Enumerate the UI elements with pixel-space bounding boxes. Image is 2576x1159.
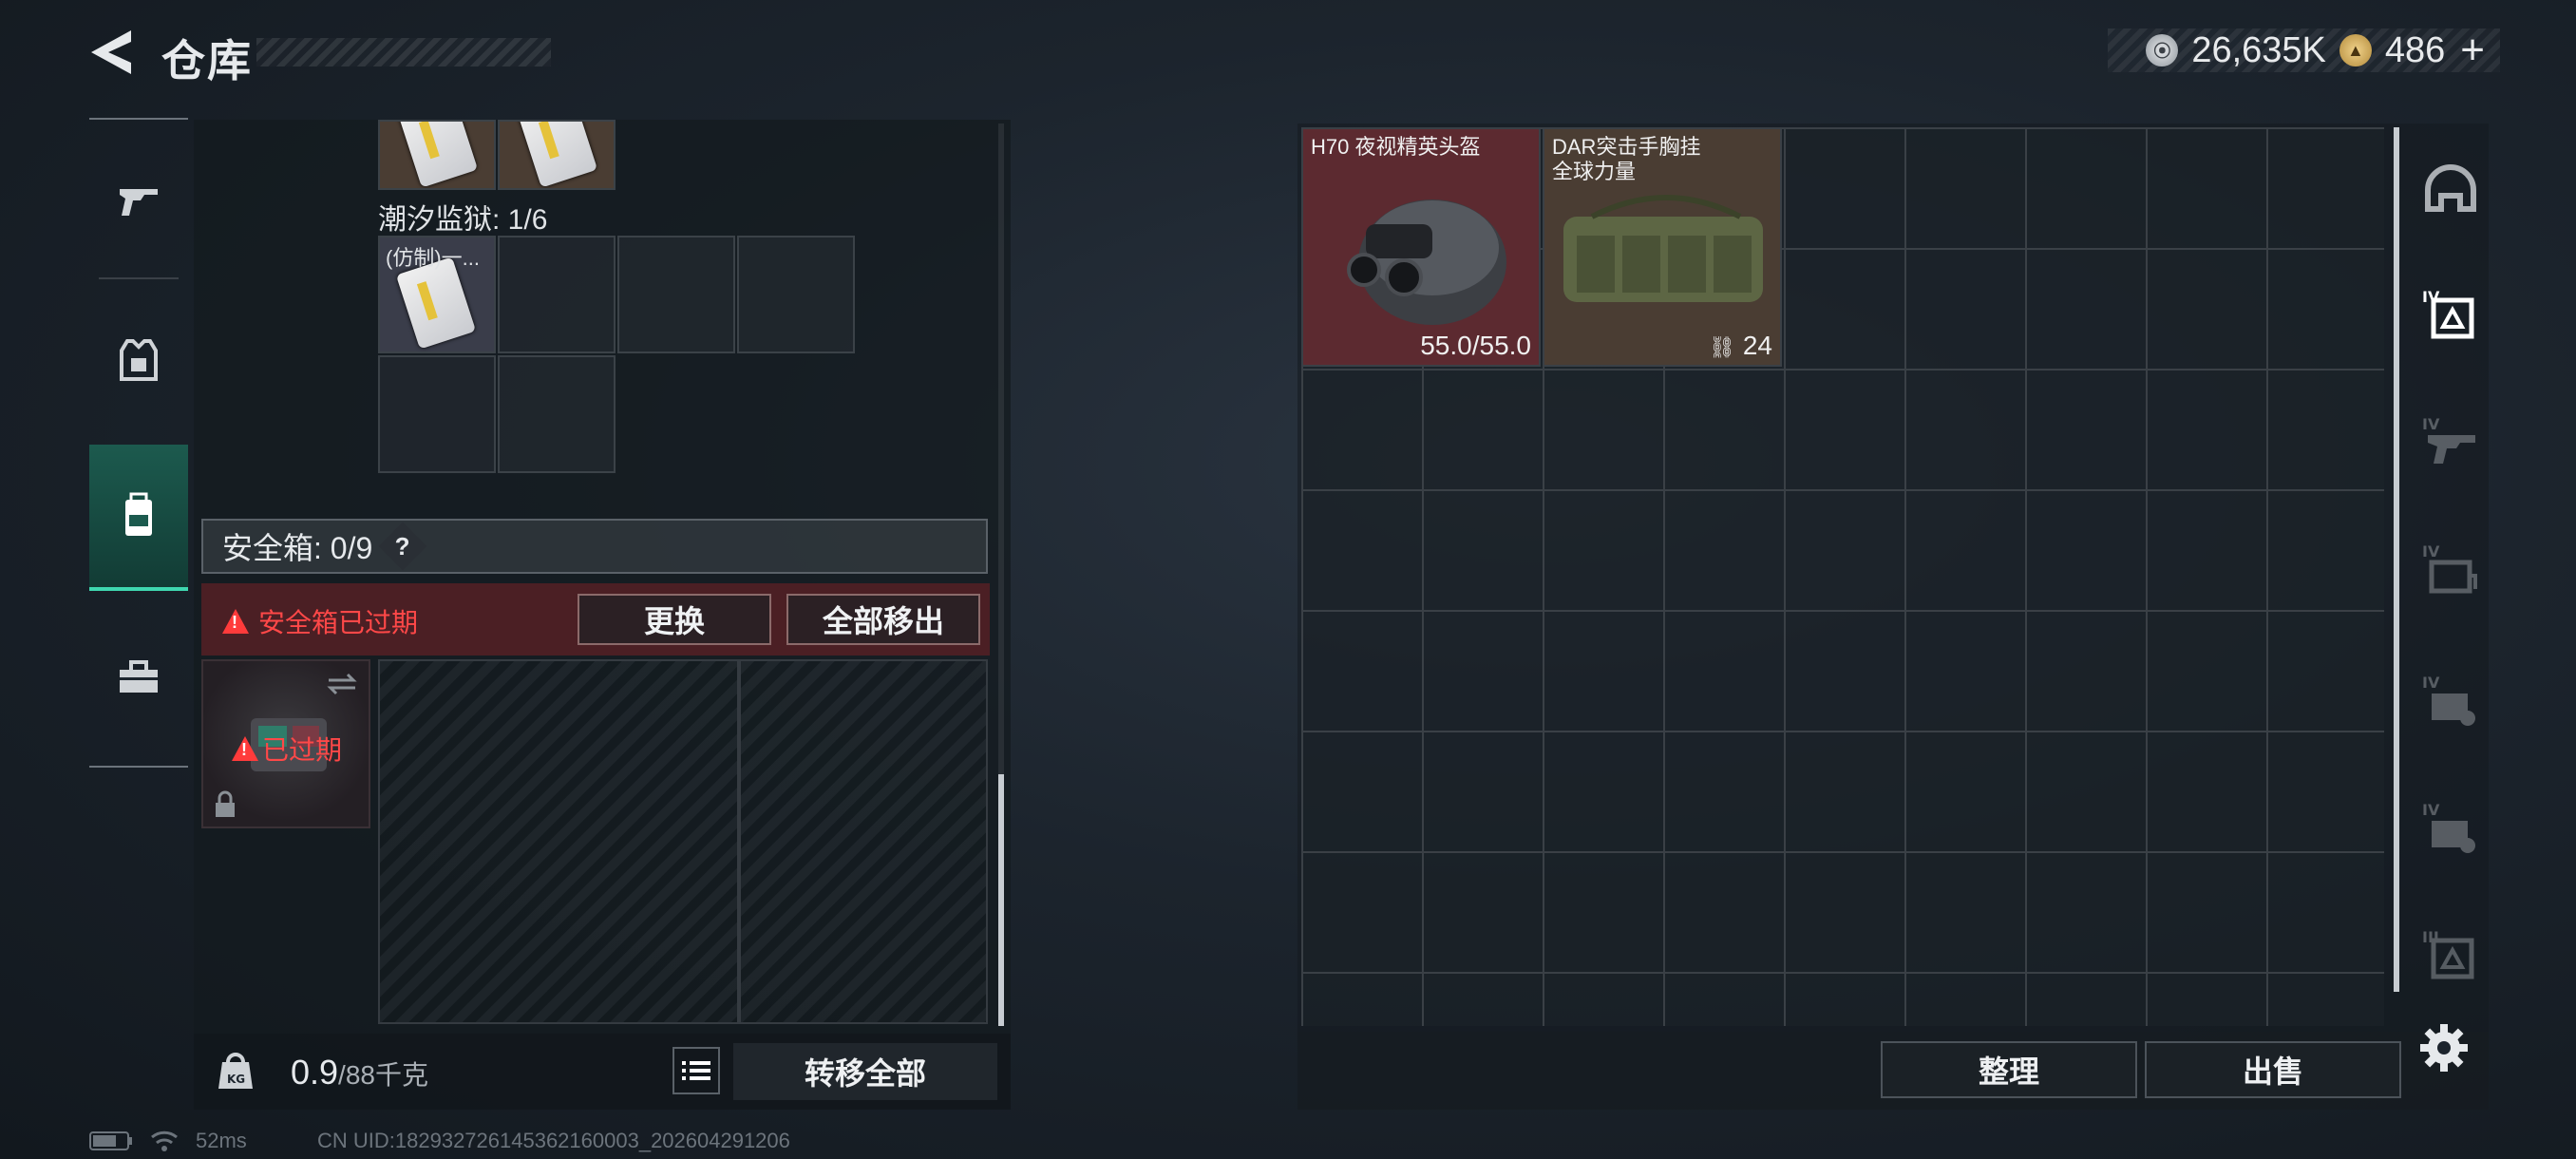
warning-message: 安全箱已过期 (222, 602, 418, 640)
filter-attach-iv-icon[interactable]: IV (2422, 800, 2479, 857)
card-item-icon (517, 122, 598, 188)
weight-readout: 0.9/88千克 (291, 1053, 428, 1092)
svg-text:IV: IV (2422, 674, 2440, 692)
svg-text:IV: IV (2422, 415, 2440, 433)
grid-cell[interactable] (498, 355, 616, 473)
move-all-out-button[interactable]: 全部移出 (786, 594, 980, 645)
svg-text:III: III (2422, 928, 2439, 946)
swap-icon[interactable] (325, 671, 359, 697)
header-stripe (256, 38, 551, 66)
sell-button[interactable]: 出售 (2145, 1041, 2401, 1098)
wifi-icon (151, 1130, 178, 1151)
filter-mag-iv-icon[interactable]: IV (2422, 542, 2479, 598)
replace-button[interactable]: 更换 (578, 594, 771, 645)
list-view-button[interactable] (672, 1047, 720, 1094)
battery-icon (89, 1131, 132, 1150)
gear-icon (2420, 1024, 2468, 1072)
right-sidebar: IV IV IV IV IV III (2396, 124, 2489, 1032)
card-item-icon (397, 122, 479, 188)
item-cell[interactable] (378, 120, 496, 190)
organize-button[interactable]: 整理 (1881, 1041, 2137, 1098)
help-button[interactable]: ? (378, 522, 427, 571)
silver-coin-icon: ⦿ (2146, 34, 2179, 66)
safe-box-warning: 安全箱已过期 更换 全部移出 (201, 583, 990, 656)
item-cell[interactable]: (仿制)一... (378, 236, 496, 353)
divider (99, 277, 179, 279)
grid-cell[interactable] (617, 236, 735, 353)
list-icon (682, 1061, 710, 1080)
grid-cell[interactable] (378, 355, 496, 473)
weight-capacity: /88千克 (338, 1060, 428, 1090)
item-durability: 55.0/55.0 (1420, 331, 1531, 360)
item-capacity: ⛓ 24 (1709, 331, 1772, 360)
expired-badge: 已过期 (232, 730, 342, 768)
svg-text:IV: IV (2422, 542, 2440, 560)
locked-safe-slots (739, 659, 988, 1024)
grid-cell[interactable] (498, 236, 616, 353)
item-name: H70 夜视精英头盔 (1311, 135, 1481, 159)
grid-cell[interactable] (737, 236, 855, 353)
toolbox-icon (120, 660, 158, 693)
safe-box-label: 安全箱: 0/9 (222, 531, 373, 565)
page-title: 仓库 (161, 36, 253, 86)
svg-text:IV: IV (2422, 801, 2440, 819)
filter-gun-iv-icon[interactable]: IV (2422, 414, 2479, 471)
helmet-icon (1347, 200, 1506, 325)
filter-armor-iv-icon[interactable]: IV (2422, 287, 2479, 344)
sidebar-tab-toolbox[interactable] (89, 606, 188, 749)
status-bar: 52ms (89, 1129, 247, 1153)
lock-icon (216, 790, 235, 817)
back-arrow-icon (91, 30, 131, 74)
sidebar-tab-armor[interactable] (89, 289, 188, 431)
item-helmet[interactable]: H70 夜视精英头盔 55.0/55.0 (1301, 127, 1541, 367)
sidebar-tab-weapons[interactable] (89, 129, 188, 272)
capacity-icon: ⛓ (1709, 335, 1736, 359)
weight-bar: KG 0.9/88千克 转移全部 (194, 1034, 1011, 1110)
left-sidebar (89, 118, 188, 768)
item-cell[interactable] (498, 120, 616, 190)
warehouse-actions-bar: 整理 出售 (1297, 1032, 2489, 1110)
left-scroll-thumb[interactable] (998, 774, 1004, 1026)
warning-icon (222, 609, 249, 634)
currency-bar: ⦿ 26,635K ▲ 486 + (2108, 27, 2500, 74)
vest-icon (120, 339, 158, 381)
chest-rig-icon (1563, 195, 1763, 302)
ping-readout: 52ms (196, 1129, 247, 1152)
back-button[interactable] (87, 27, 135, 78)
warehouse-grid[interactable]: H70 夜视精英头盔 55.0/55.0 DAR突击手胸挂 全球力量 ⛓ 24 (1301, 127, 2384, 1026)
svg-text:IV: IV (2422, 288, 2440, 306)
safe-box-header: 安全箱: 0/9 ? (201, 519, 988, 574)
warning-text: 安全箱已过期 (258, 608, 419, 637)
section-label: 潮汐监狱: 1/6 (378, 204, 548, 236)
backpack-icon (125, 492, 152, 536)
warning-icon (232, 736, 258, 761)
weight-icon: KG (218, 1053, 253, 1089)
weight-current: 0.9 (291, 1053, 339, 1092)
locked-safe-slots (378, 659, 739, 1024)
item-name: DAR突击手胸挂 全球力量 (1552, 135, 1701, 183)
gold-amount: 486 (2384, 29, 2446, 70)
svg-text:KG: KG (227, 1073, 245, 1086)
filter-gear-iv-icon[interactable]: IV (2422, 673, 2479, 730)
filter-armor-iii-icon[interactable]: III (2422, 927, 2479, 984)
cell-item-label: (仿制)一... (386, 246, 480, 270)
gold-coin-icon: ▲ (2339, 34, 2372, 66)
item-chest-rig[interactable]: DAR突击手胸挂 全球力量 ⛓ 24 (1543, 127, 1782, 367)
expired-text: 已过期 (262, 735, 343, 765)
gun-icon (120, 189, 158, 216)
add-currency-button[interactable]: + (2460, 27, 2485, 74)
sidebar-tab-backpack[interactable] (89, 445, 188, 591)
settings-button[interactable] (2418, 1022, 2470, 1078)
safe-box-item[interactable]: 已过期 (201, 659, 370, 828)
uid-text: CN UID:182932726145362160003_20260429120… (317, 1129, 790, 1152)
transfer-all-button[interactable]: 转移全部 (733, 1043, 997, 1100)
silver-amount: 26,635K (2191, 29, 2326, 70)
filter-helmet-icon[interactable] (2422, 162, 2479, 218)
